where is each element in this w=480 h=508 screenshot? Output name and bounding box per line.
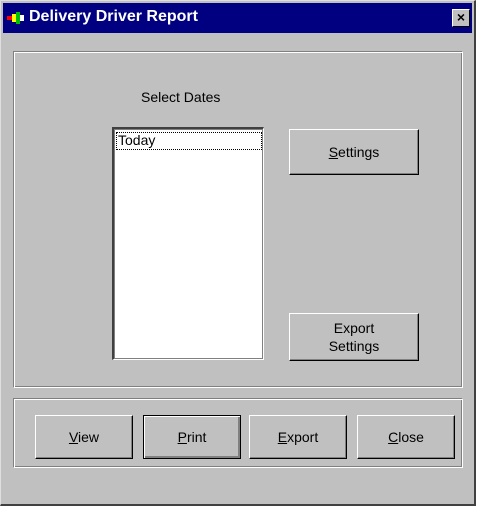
- export-label: xport: [287, 429, 319, 445]
- window-title: Delivery Driver Report: [29, 8, 198, 25]
- print-mnemonic: P: [177, 429, 187, 445]
- settings-button[interactable]: Settings: [289, 129, 419, 175]
- view-mnemonic: V: [68, 429, 79, 445]
- print-label: rint: [186, 429, 207, 445]
- report-window: Delivery Driver Report × Select Dates To…: [0, 0, 476, 506]
- export-settings-button[interactable]: Export Settings: [289, 313, 419, 361]
- close-icon[interactable]: ×: [452, 9, 470, 27]
- app-icon: [7, 12, 24, 24]
- export-button[interactable]: Export: [249, 415, 347, 459]
- dates-listbox[interactable]: Today: [112, 127, 264, 360]
- close-label: lose: [398, 429, 424, 445]
- view-button[interactable]: View: [35, 415, 133, 459]
- title-bar[interactable]: Delivery Driver Report ×: [3, 3, 472, 33]
- print-button[interactable]: Print: [143, 415, 241, 459]
- list-item[interactable]: Today: [116, 132, 262, 150]
- settings-mnemonic: S: [328, 144, 339, 160]
- export-settings-line1: Export: [333, 320, 375, 336]
- close-mnemonic: C: [388, 429, 399, 445]
- view-label: iew: [78, 429, 100, 445]
- export-mnemonic: E: [277, 429, 288, 445]
- select-dates-label: Select Dates: [141, 89, 221, 105]
- settings-label: ettings: [338, 144, 380, 160]
- export-settings-line2: Settings: [328, 338, 380, 354]
- close-button[interactable]: Close: [357, 415, 455, 459]
